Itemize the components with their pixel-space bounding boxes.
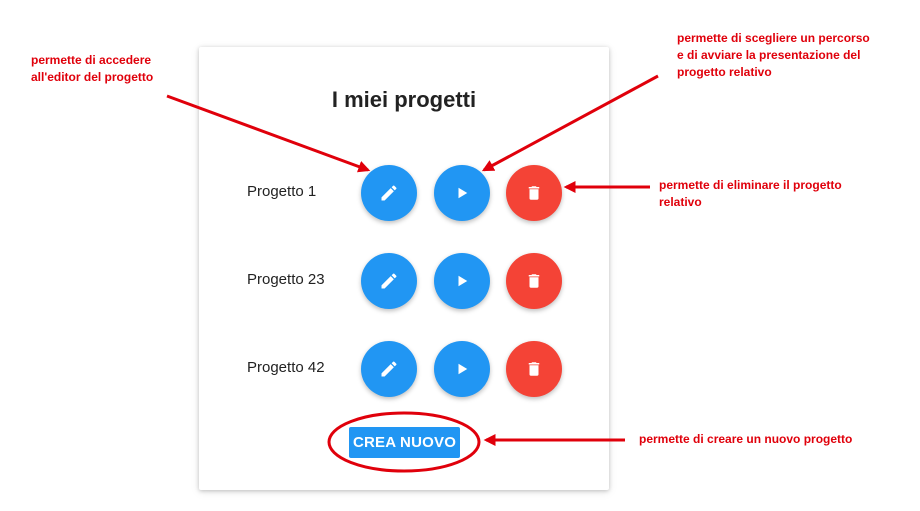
annotation-delete: permette di eliminare il progetto relati… <box>659 177 899 211</box>
project-row: Progetto 1 <box>199 165 609 221</box>
project-row: Progetto 42 <box>199 341 609 397</box>
delete-project-button[interactable] <box>506 253 562 309</box>
create-new-button[interactable]: CREA NUOVO <box>349 427 460 458</box>
delete-project-button[interactable] <box>506 341 562 397</box>
play-project-button[interactable] <box>434 253 490 309</box>
play-project-button[interactable] <box>434 165 490 221</box>
trash-icon <box>528 362 540 376</box>
pencil-icon <box>381 273 397 289</box>
annotation-line: permette di creare un nuovo progetto <box>639 432 853 446</box>
trash-icon <box>528 186 540 200</box>
edit-project-button[interactable] <box>361 253 417 309</box>
pencil-icon <box>381 361 397 377</box>
project-name: Progetto 42 <box>247 359 325 376</box>
play-icon <box>458 363 468 375</box>
annotation-line: relativo <box>659 195 702 209</box>
annotation-line: progetto relativo <box>677 65 772 79</box>
page-title: I miei progetti <box>331 87 477 112</box>
project-row: Progetto 23 <box>199 253 609 309</box>
annotation-line: permette di eliminare il progetto <box>659 178 842 192</box>
project-name: Progetto 23 <box>247 271 325 288</box>
annotation-edit: permette di accedere all'editor del prog… <box>31 52 211 86</box>
pencil-icon <box>381 185 397 201</box>
annotation-line: permette di accedere <box>31 53 152 67</box>
annotation-line: all'editor del progetto <box>31 70 154 84</box>
play-icon <box>458 275 468 287</box>
edit-project-button[interactable] <box>361 165 417 221</box>
annotation-line: permette di scegliere un percorso <box>677 31 870 45</box>
delete-project-button[interactable] <box>506 165 562 221</box>
annotation-line: e di avviare la presentazione del <box>677 48 861 62</box>
edit-project-button[interactable] <box>361 341 417 397</box>
annotation-play: permette di scegliere un percorso e di a… <box>677 30 907 81</box>
annotation-create: permette di creare un nuovo progetto <box>639 431 909 448</box>
trash-icon <box>528 274 540 288</box>
play-project-button[interactable] <box>434 341 490 397</box>
project-name: Progetto 1 <box>247 183 317 200</box>
play-icon <box>458 187 468 199</box>
projects-card: I miei progetti Progetto 1 Progetto 23 P… <box>199 47 609 490</box>
